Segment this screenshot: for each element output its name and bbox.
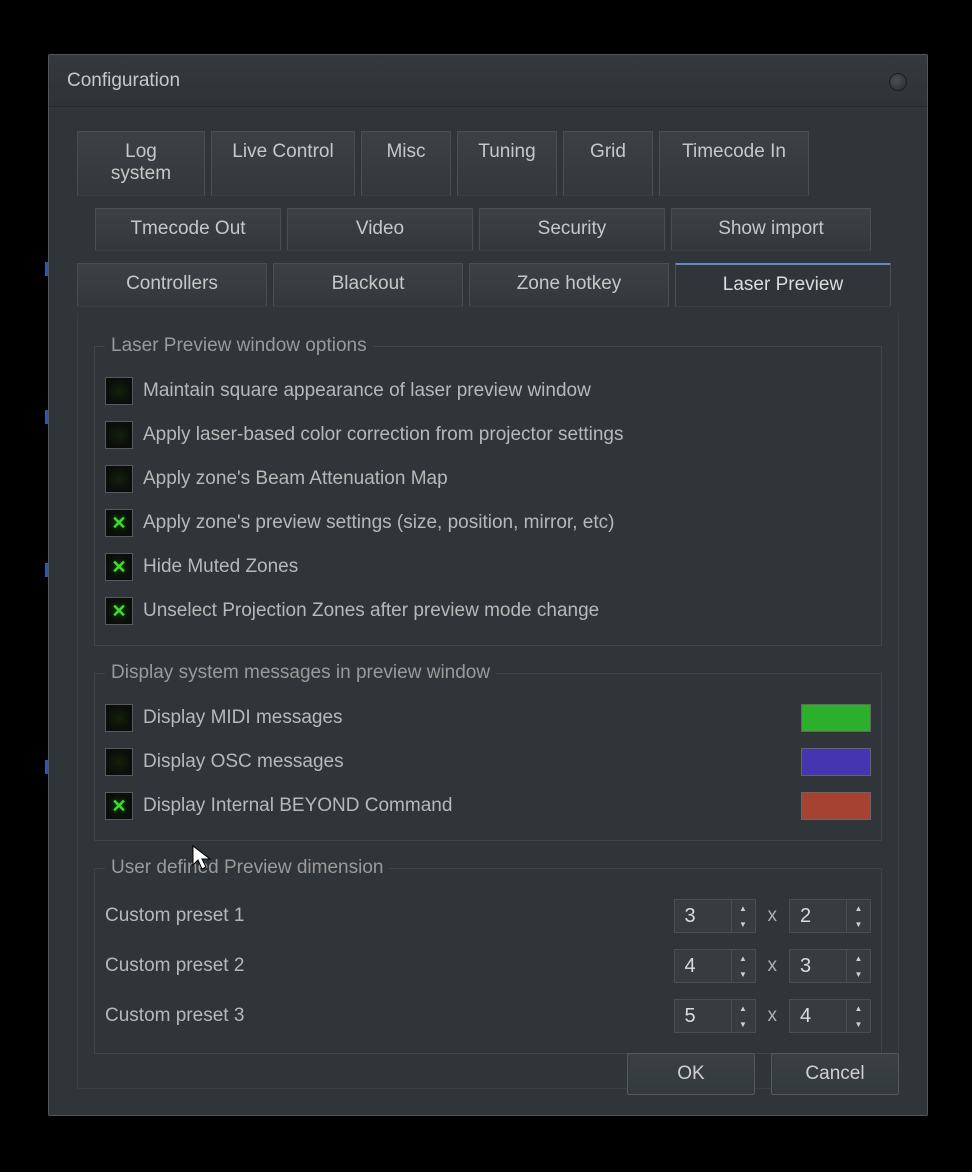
preset-height-spinner[interactable]: 3 ▲▼	[789, 949, 871, 983]
spinner-up-icon[interactable]: ▲	[847, 900, 870, 916]
tab-panel: Laser Preview window options Maintain sq…	[77, 313, 899, 1089]
preset-label: Custom preset 3	[105, 1005, 674, 1027]
color-swatch[interactable]	[801, 704, 871, 732]
spinner-down-icon[interactable]: ▼	[732, 1016, 755, 1032]
checkbox-row: Apply zone's preview settings (size, pos…	[105, 501, 871, 545]
color-swatch[interactable]	[801, 792, 871, 820]
tab-video[interactable]: Video	[287, 208, 473, 251]
separator-x: x	[768, 905, 778, 927]
checkbox-row: Unselect Projection Zones after preview …	[105, 589, 871, 633]
preset-label: Custom preset 2	[105, 955, 674, 977]
checkbox-row: Display MIDI messages	[105, 696, 871, 740]
spinner-up-icon[interactable]: ▲	[732, 950, 755, 966]
group-legend: Display system messages in preview windo…	[105, 662, 496, 684]
preset-height-spinner[interactable]: 2 ▲▼	[789, 899, 871, 933]
group-legend: User defined Preview dimension	[105, 857, 389, 879]
tab-grid[interactable]: Grid	[563, 131, 653, 196]
spinner-down-icon[interactable]: ▼	[847, 966, 870, 982]
checkbox-label: Apply laser-based color correction from …	[143, 424, 871, 446]
cancel-button[interactable]: Cancel	[771, 1053, 899, 1095]
configuration-window: Configuration Log system Live Control Mi…	[48, 54, 928, 1116]
preset-height-spinner[interactable]: 4 ▲▼	[789, 999, 871, 1033]
tab-security[interactable]: Security	[479, 208, 665, 251]
tab-controllers[interactable]: Controllers	[77, 263, 267, 307]
checkbox[interactable]	[105, 509, 133, 537]
titlebar-indicator-icon	[889, 73, 907, 91]
spinner-down-icon[interactable]: ▼	[732, 966, 755, 982]
group-display-messages: Display system messages in preview windo…	[94, 662, 882, 841]
group-legend: Laser Preview window options	[105, 335, 373, 357]
checkbox-label: Apply zone's Beam Attenuation Map	[143, 468, 871, 490]
preset-row: Custom preset 13▲▼x2▲▼	[105, 891, 871, 941]
spinner-value: 4	[790, 1005, 811, 1028]
spinner-down-icon[interactable]: ▼	[732, 916, 755, 932]
checkbox[interactable]	[105, 421, 133, 449]
tab-show-import[interactable]: Show import	[671, 208, 871, 251]
dialog-footer: OK Cancel	[627, 1053, 899, 1095]
checkbox[interactable]	[105, 597, 133, 625]
window-title: Configuration	[67, 70, 180, 92]
titlebar: Configuration	[49, 55, 927, 107]
spinner-value: 2	[790, 905, 811, 928]
tab-live-control[interactable]: Live Control	[211, 131, 355, 196]
checkbox-label: Unselect Projection Zones after preview …	[143, 600, 871, 622]
spinner-value: 5	[675, 1005, 696, 1028]
checkbox-row: Hide Muted Zones	[105, 545, 871, 589]
tab-timecode-out[interactable]: Tmecode Out	[95, 208, 281, 251]
checkbox[interactable]	[105, 704, 133, 732]
checkbox-row: Maintain square appearance of laser prev…	[105, 369, 871, 413]
spinner-down-icon[interactable]: ▼	[847, 1016, 870, 1032]
checkbox-row: Display OSC messages	[105, 740, 871, 784]
tab-log-system[interactable]: Log system	[77, 131, 205, 196]
tab-timecode-in[interactable]: Timecode In	[659, 131, 809, 196]
tab-blackout[interactable]: Blackout	[273, 263, 463, 307]
checkbox[interactable]	[105, 748, 133, 776]
ok-button[interactable]: OK	[627, 1053, 755, 1095]
checkbox[interactable]	[105, 792, 133, 820]
tab-zone-hotkey[interactable]: Zone hotkey	[469, 263, 669, 307]
checkbox-label: Hide Muted Zones	[143, 556, 871, 578]
color-swatch[interactable]	[801, 748, 871, 776]
checkbox-label: Display Internal BEYOND Command	[143, 795, 801, 817]
preset-row: Custom preset 35▲▼x4▲▼	[105, 991, 871, 1041]
spinner-up-icon[interactable]: ▲	[847, 1000, 870, 1016]
preset-width-spinner[interactable]: 5 ▲▼	[674, 999, 756, 1033]
checkbox-label: Maintain square appearance of laser prev…	[143, 380, 871, 402]
tab-tuning[interactable]: Tuning	[457, 131, 557, 196]
preset-width-spinner[interactable]: 4 ▲▼	[674, 949, 756, 983]
spinner-up-icon[interactable]: ▲	[732, 1000, 755, 1016]
spinner-up-icon[interactable]: ▲	[732, 900, 755, 916]
checkbox[interactable]	[105, 377, 133, 405]
checkbox-row: Display Internal BEYOND Command	[105, 784, 871, 828]
tab-laser-preview[interactable]: Laser Preview	[675, 263, 891, 307]
separator-x: x	[768, 1005, 778, 1027]
group-laser-preview-options: Laser Preview window options Maintain sq…	[94, 335, 882, 646]
checkbox-label: Apply zone's preview settings (size, pos…	[143, 512, 871, 534]
spinner-down-icon[interactable]: ▼	[847, 916, 870, 932]
tab-bar: Log system Live Control Misc Tuning Grid…	[77, 131, 899, 313]
separator-x: x	[768, 955, 778, 977]
group-preview-dimension: User defined Preview dimension Custom pr…	[94, 857, 882, 1054]
checkbox[interactable]	[105, 465, 133, 493]
checkbox-label: Display OSC messages	[143, 751, 801, 773]
checkbox[interactable]	[105, 553, 133, 581]
checkbox-row: Apply laser-based color correction from …	[105, 413, 871, 457]
spinner-value: 4	[675, 955, 696, 978]
spinner-up-icon[interactable]: ▲	[847, 950, 870, 966]
spinner-value: 3	[675, 905, 696, 928]
preset-width-spinner[interactable]: 3 ▲▼	[674, 899, 756, 933]
preset-label: Custom preset 1	[105, 905, 674, 927]
preset-row: Custom preset 24▲▼x3▲▼	[105, 941, 871, 991]
checkbox-row: Apply zone's Beam Attenuation Map	[105, 457, 871, 501]
checkbox-label: Display MIDI messages	[143, 707, 801, 729]
tab-misc[interactable]: Misc	[361, 131, 451, 196]
spinner-value: 3	[790, 955, 811, 978]
